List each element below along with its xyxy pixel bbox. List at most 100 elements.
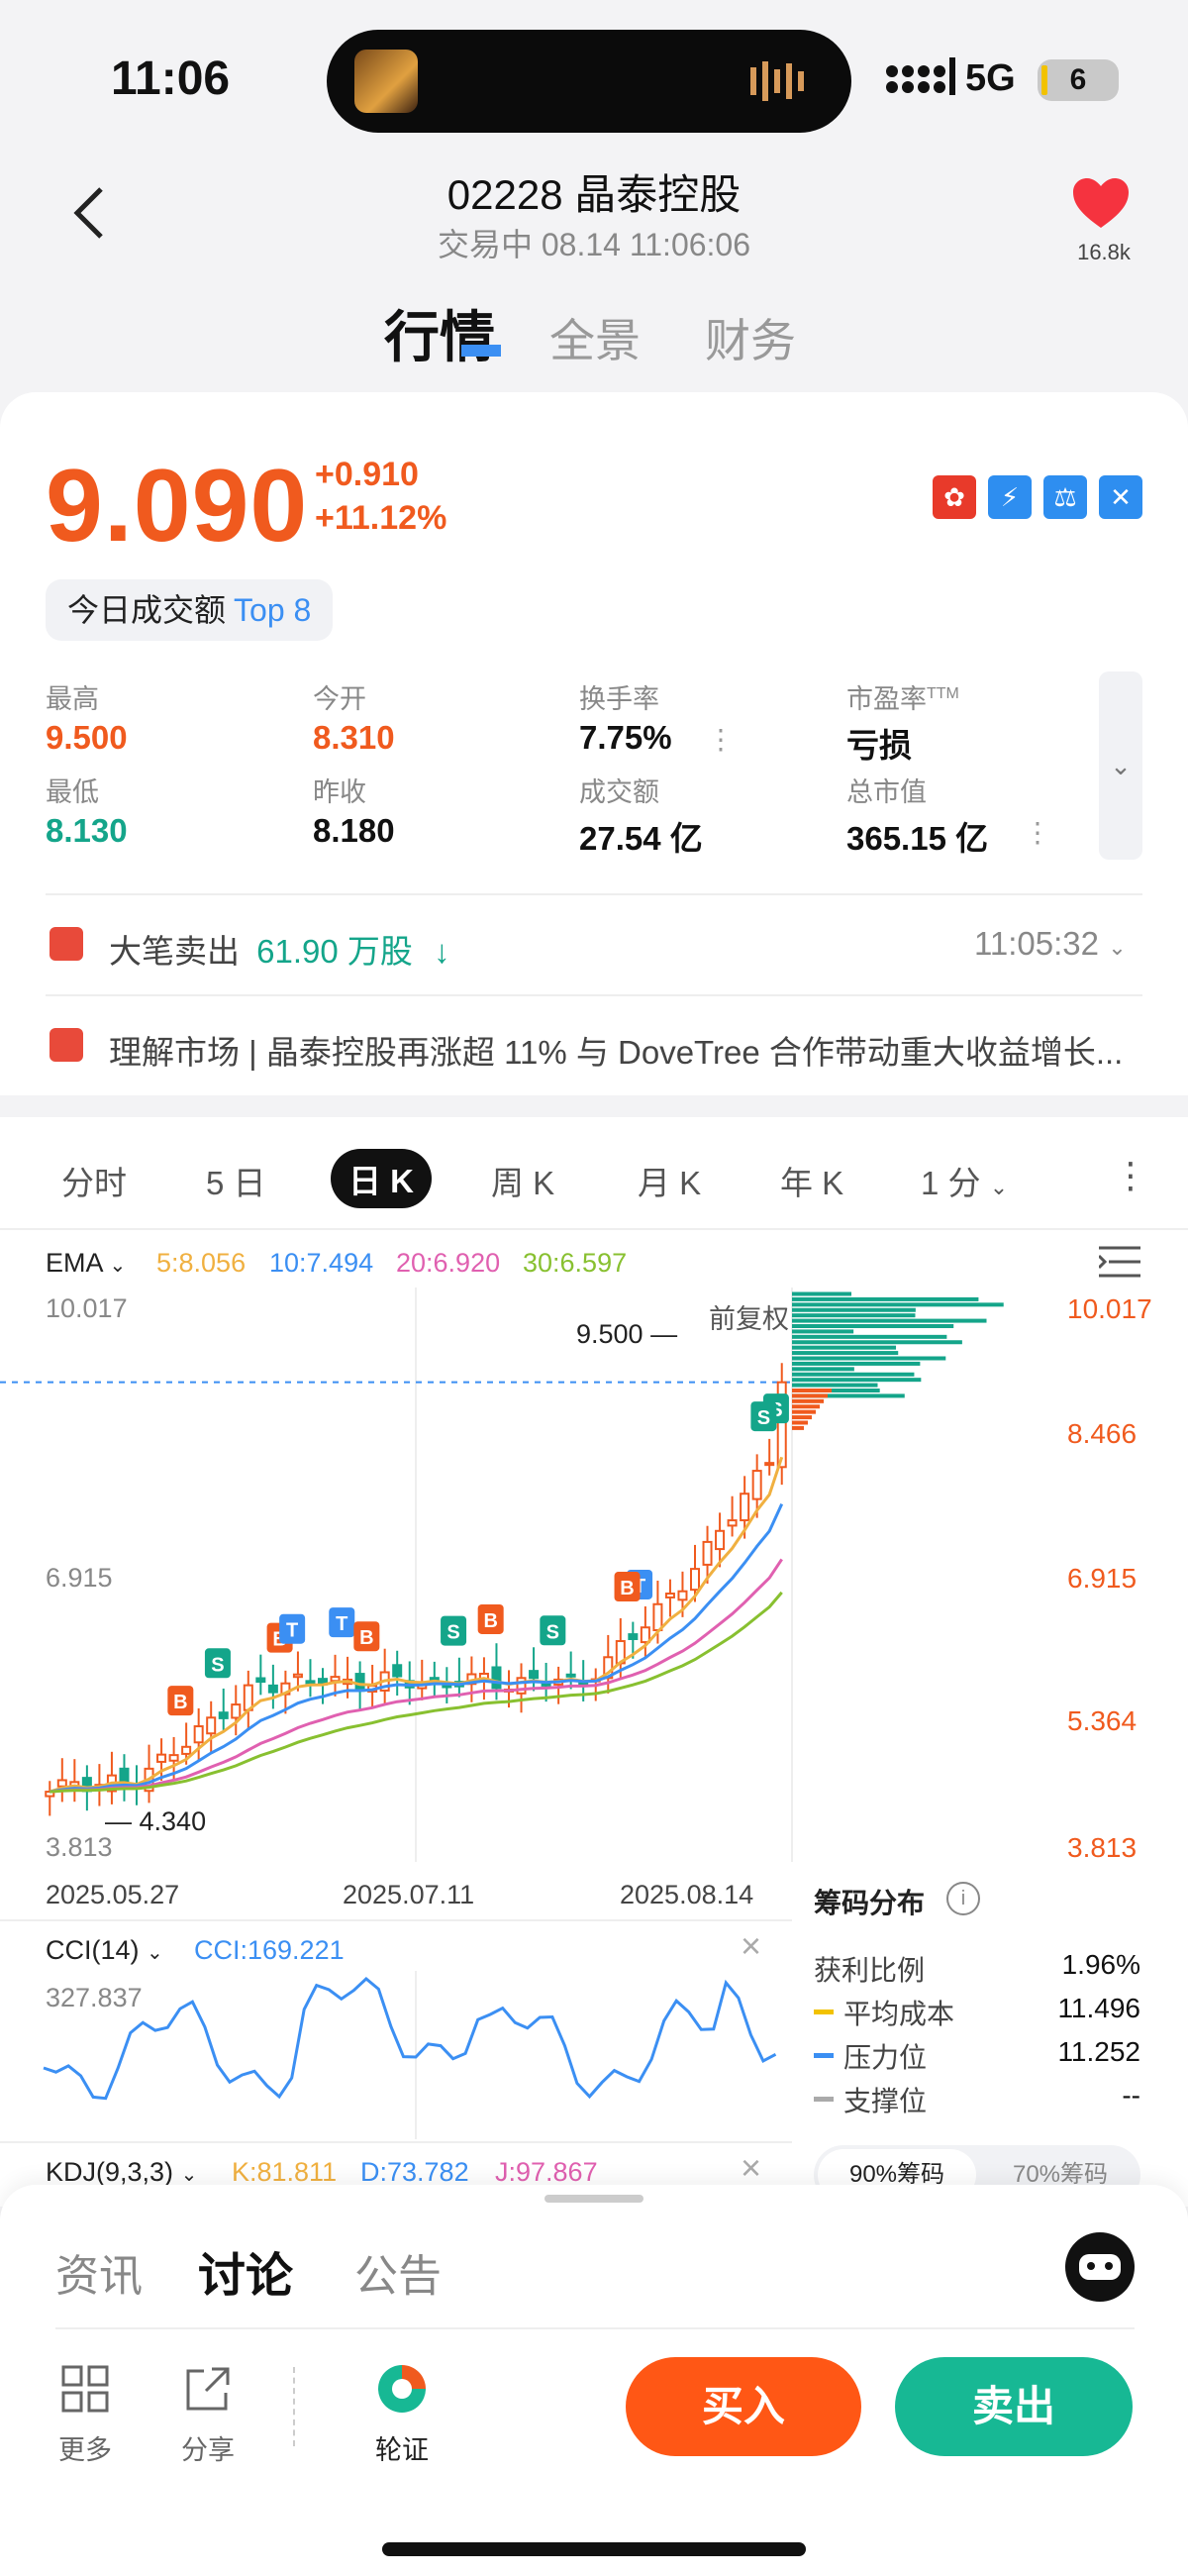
battery-icon: 6 [1038,59,1119,101]
tab-news[interactable]: 资讯 [55,2240,143,2304]
candle-body [664,1593,675,1598]
divider [0,1228,1188,1230]
chip-bar [792,1415,812,1420]
low-price-label: — 4.340 [105,1806,207,1836]
tab-overview[interactable]: 全景 [549,305,641,370]
candle-body [181,1745,192,1755]
news-icon [50,1028,83,1062]
chip-bar [792,1329,854,1334]
turnover-rank-badge[interactable]: 今日成交额 Top 8 [46,579,334,641]
stat-open-value: 8.310 [313,719,395,756]
chip-support-value: -- [1122,2080,1140,2111]
tab-announcements[interactable]: 公告 [354,2240,442,2304]
sell-button[interactable]: 卖出 [895,2357,1133,2456]
kdj-k: K:81.811 [232,2157,338,2187]
candle-body [491,1666,502,1690]
chip-bar [792,1313,916,1318]
chip-profit-label: 获利比例 [814,1955,926,1986]
ktab-intraday[interactable]: 分时 [61,1157,127,1204]
robot-assistant-icon[interactable] [1065,2232,1135,2302]
dynamic-island[interactable] [327,30,851,133]
chip-support-label: 支撑位 [843,2086,928,2116]
kline-chart[interactable]: BSBTTBSBSTBSS [0,1288,1188,1862]
ktab-daily[interactable]: 日 K [331,1149,432,1208]
chip-bar [792,1409,816,1414]
ktab-monthly[interactable]: 月 K [638,1157,701,1204]
market-flags: ✿ ⚡ ⚖ ✕ [933,475,1154,519]
tab-financials[interactable]: 财务 [705,305,796,370]
trading-status: 交易中 08.14 11:06:06 [437,227,751,262]
tab-discussion[interactable]: 讨论 [198,2236,293,2306]
marker-letter: S [757,1407,770,1429]
candle-body [231,1703,242,1719]
chip-bar [792,1361,921,1366]
stat-mktcap-label: 总市值 [846,777,927,807]
ktab-weekly[interactable]: 周 K [491,1157,554,1204]
stat-amount-value: 27.54 亿 [579,820,703,857]
kdj-selector[interactable]: KDJ(9,3,3) ⌄ [46,2157,197,2188]
candle-body [640,1626,650,1644]
more-vertical-icon[interactable]: ⋮ [1113,1155,1148,1196]
stat-amount-label: 成交额 [579,777,659,807]
stat-high-value: 9.500 [46,719,128,756]
chip-bar [792,1404,820,1409]
x-tick-mid: 2025.07.11 [343,1880,475,1909]
block-trade-row[interactable]: 大笔卖出 61.90 万股 ↓ [109,925,450,973]
likes-count: 16.8k [1077,240,1131,264]
close-kdj-icon[interactable]: × [741,2147,761,2189]
candle-body [628,1633,639,1640]
more-label[interactable]: 更多 [46,2428,125,2467]
chip-bar [792,1345,897,1350]
page-title: 02228 晶泰控股 [446,171,742,218]
stat-pe-value: 亏损 [846,727,912,764]
chip-bar [792,1351,899,1356]
pressure-mark [814,2053,834,2058]
candle-body [168,1754,179,1762]
stat-turnover-value: 7.75% [579,719,672,756]
block-trade-amount: 61.90 万股 [256,933,413,970]
cci-selector[interactable]: CCI(14) ⌄ [46,1935,163,1966]
share-icon[interactable] [184,2365,232,2413]
candle-body [218,1711,229,1719]
hk-flag-icon: ✿ [933,475,976,519]
buy-button[interactable]: 买入 [626,2357,861,2456]
chip-bar [792,1425,804,1430]
stat-mktcap-value: 365.15 亿 [846,820,989,857]
candle-body [193,1725,204,1744]
favorite-heart-icon[interactable] [1071,176,1131,232]
chip-bar [792,1372,915,1377]
chip-bar [792,1340,962,1345]
home-indicator[interactable] [382,2542,806,2556]
tab-quote[interactable]: 行情 [384,293,495,373]
y-right-tick-0: 10.017 [1067,1293,1152,1324]
ema10-value: 10:7.494 [269,1248,374,1278]
news-headline[interactable]: 理解市场 | 晶泰控股再涨超 11% 与 DoveTree 合作带动重大收益增长… [109,1026,1142,1074]
ktab-minute[interactable]: 1 分 ⌄ [921,1157,1008,1204]
divider [0,2141,792,2143]
more-dots-icon[interactable]: ⋮ [707,723,735,756]
close-cci-icon[interactable]: × [741,1925,761,1967]
stat-low-value: 8.130 [46,812,128,849]
info-icon[interactable]: i [946,1882,980,1915]
kdj-j: J:97.867 [495,2157,598,2187]
divider [46,994,1142,996]
ktab-yearly[interactable]: 年 K [780,1157,843,1204]
chip-pressure-value: 11.252 [1057,2036,1140,2067]
indicator-settings-icon[interactable] [1099,1244,1140,1280]
warrant-label[interactable]: 轮证 [362,2428,442,2467]
candle-body [330,1676,341,1683]
more-grid-icon[interactable] [61,2365,109,2413]
more-dots-icon-2[interactable]: ⋮ [1024,816,1051,849]
warrant-icon[interactable] [376,2363,428,2415]
expand-stats-button[interactable]: ⌄ [1099,671,1142,860]
ema-selector[interactable]: EMA ⌄ [46,1248,126,1279]
share-label[interactable]: 分享 [168,2428,248,2467]
chip-bar [792,1356,946,1361]
ema30-value: 30:6.597 [523,1248,628,1278]
marker-letter: B [359,1627,373,1649]
stat-prevclose-label: 昨收 [313,777,366,807]
sheet-grabber[interactable] [544,2195,644,2203]
ktab-5day[interactable]: 5 日 [206,1157,266,1204]
y-right-tick-1: 8.466 [1067,1418,1138,1449]
chip-bar [792,1307,916,1312]
